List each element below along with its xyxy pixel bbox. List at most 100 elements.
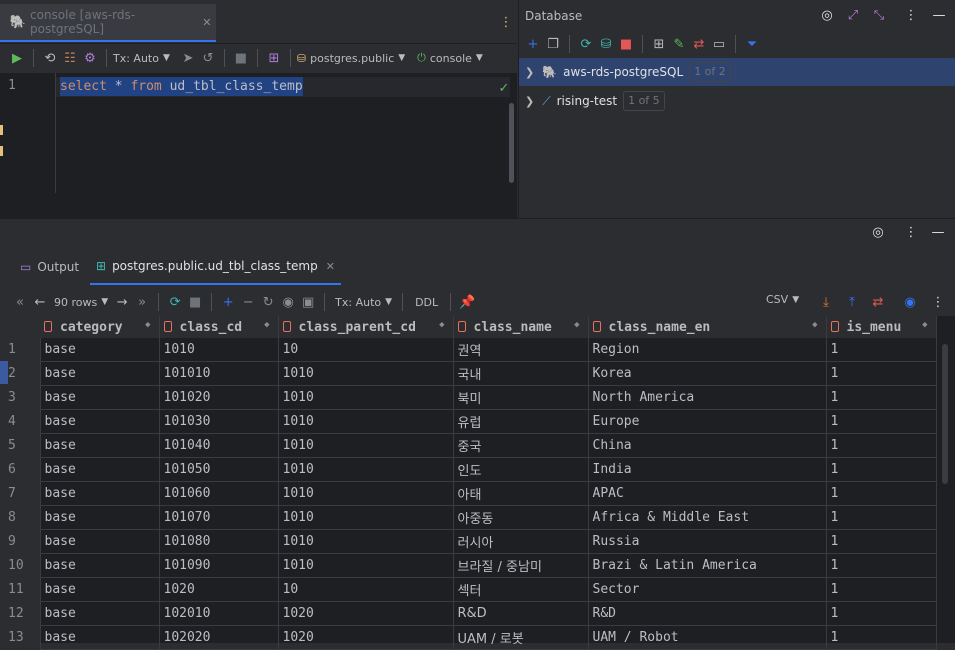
table-cell[interactable]: 중국 [453,433,589,458]
sort-icon[interactable]: ◆ [439,320,444,330]
code-line[interactable]: select * from ud_tbl_class_temp [56,77,510,97]
target-icon[interactable]: ◎ [817,5,837,25]
table-cell[interactable]: base [40,338,160,362]
view-icon[interactable]: ◉ [278,292,298,312]
tree-item-rising-test[interactable]: ❯ ⟋ rising-test 1 of 5 [519,88,955,114]
table-cell[interactable]: base [40,601,160,626]
table-cell[interactable]: 아태 [453,481,589,506]
first-page-icon[interactable]: « [10,292,30,312]
table-cell[interactable]: R&D [588,601,827,626]
table-cell[interactable]: base [40,577,160,602]
table-row[interactable]: 12 base 102010 1020 R&D R&D 1 [0,601,937,626]
table-cell[interactable]: Sector [588,577,827,602]
table-cell[interactable]: 101040 [159,433,279,458]
table-row[interactable]: 1 base 1010 10 권역 Region 1 [0,338,937,362]
table-cell[interactable]: 인도 [453,457,589,482]
table-cell[interactable]: 1010 [278,553,454,578]
run-icon[interactable]: ▶ [7,48,27,68]
compare-icon[interactable]: ⇄ [868,292,888,312]
table-cell[interactable]: 권역 [453,338,589,362]
table-cell[interactable]: base [40,409,160,434]
table-cell[interactable]: R&D [453,601,589,626]
grid-vertical-scrollbar[interactable] [942,344,948,484]
tab-output[interactable]: ▭ Output [14,255,85,279]
table-cell[interactable]: 1010 [278,529,454,554]
settings-gear-icon[interactable]: ⚙ [80,48,100,68]
rollback-icon[interactable]: ↺ [198,48,218,68]
commit-icon[interactable]: ➤ [178,48,198,68]
more-options-icon[interactable]: ⋮ [928,292,948,312]
table-icon[interactable]: ⊞ [649,34,669,54]
table-cell[interactable]: 101020 [159,385,279,410]
table-cell[interactable]: 유럽 [453,409,589,434]
eye-icon[interactable]: ◉ [900,292,920,312]
table-row[interactable]: 13 base 102020 1020 UAM / 로봇 UAM / Robot 1 [0,625,937,650]
column-header[interactable]: is_menu ◆ [826,316,937,338]
more-options-icon[interactable]: ⋮ [901,5,921,25]
session-selector[interactable]: ⏻ console ▼ [417,51,483,65]
revert-icon[interactable]: ↻ [258,292,278,312]
table-cell[interactable]: Europe [588,409,827,434]
expand-icon[interactable]: ⤢ [843,5,863,25]
table-cell[interactable]: 101050 [159,457,279,482]
table-cell[interactable]: 1 [826,601,937,626]
upload-icon[interactable]: ⤒ [842,292,862,312]
stop-icon[interactable]: ■ [185,292,205,312]
table-cell[interactable]: Region [588,338,827,362]
pin-icon[interactable]: 📌 [457,292,477,312]
table-cell[interactable]: 1010 [278,433,454,458]
previous-page-icon[interactable]: ← [30,292,50,312]
column-header[interactable]: class_parent_cd ◆ [278,316,454,338]
table-row[interactable]: 4 base 101030 1010 유럽 Europe 1 [0,409,937,434]
table-cell[interactable]: 1010 [278,505,454,530]
export-format-dropdown[interactable]: CSV ▼ [766,293,799,306]
table-cell[interactable]: 1 [826,338,937,362]
column-header[interactable]: class_name ◆ [453,316,589,338]
more-options-icon[interactable]: ⋮ [901,222,921,242]
tab-result-table[interactable]: ⊞ postgres.public.ud_tbl_class_temp ✕ [90,249,341,285]
table-row[interactable]: 9 base 101080 1010 러시아 Russia 1 [0,529,937,554]
table-row[interactable]: 7 base 101060 1010 아태 APAC 1 [0,481,937,506]
table-cell[interactable]: Russia [588,529,827,554]
minimize-icon[interactable]: — [928,222,948,242]
table-cell[interactable]: base [40,505,160,530]
table-row[interactable]: 10 base 101090 1010 브라질 / 중남미 Brazi & Latin A… [0,553,937,578]
compare-icon[interactable]: ⇄ [689,34,709,54]
table-cell[interactable]: 1 [826,625,937,650]
table-cell[interactable]: 1010 [278,481,454,506]
table-row[interactable]: 2 base 101010 1010 국내 Korea 1 [0,361,937,386]
next-page-icon[interactable]: → [112,292,132,312]
add-row-icon[interactable]: + [218,292,238,312]
table-cell[interactable]: base [40,457,160,482]
minimize-icon[interactable]: — [929,5,949,25]
collapse-icon[interactable]: ⤡ [869,5,889,25]
table-cell[interactable]: 101070 [159,505,279,530]
table-row[interactable]: 8 base 101070 1010 아중동 Africa & Middle East 1 [0,505,937,530]
tree-item-aws-rds-postgresql[interactable]: ❯ 🐘 aws-rds-postgreSQL 1 of 2 [519,58,955,86]
table-cell[interactable]: 1 [826,577,937,602]
table-cell[interactable]: 1010 [278,457,454,482]
table-cell[interactable]: North America [588,385,827,410]
table-cell[interactable]: 101060 [159,481,279,506]
schema-selector[interactable]: ⛁ postgres.public ▼ [297,52,405,65]
sql-editor[interactable]: 1 select * from ud_tbl_class_temp ✓ [0,73,517,218]
table-row[interactable]: 5 base 101040 1010 중국 China 1 [0,433,937,458]
table-cell[interactable]: base [40,361,160,386]
editor-scrollbar[interactable] [509,103,514,183]
table-cell[interactable]: 1020 [159,577,279,602]
table-cell[interactable]: 1 [826,409,937,434]
table-cell[interactable]: 아중동 [453,505,589,530]
stop-icon[interactable]: ■ [231,48,251,68]
explain-plan-icon[interactable]: ☷ [60,48,80,68]
sort-icon[interactable]: ◆ [264,320,269,330]
table-cell[interactable]: 102020 [159,625,279,650]
table-cell[interactable]: 1010 [278,361,454,386]
sort-icon[interactable]: ◆ [574,320,579,330]
table-cell[interactable]: 10 [278,338,454,362]
table-cell[interactable]: 1 [826,361,937,386]
tx-mode-dropdown[interactable]: Tx: Auto ▼ [335,296,392,309]
copy-icon[interactable]: ❐ [543,34,563,54]
table-cell[interactable]: 1 [826,457,937,482]
table-cell[interactable]: 101030 [159,409,279,434]
save-icon[interactable]: ▣ [298,292,318,312]
